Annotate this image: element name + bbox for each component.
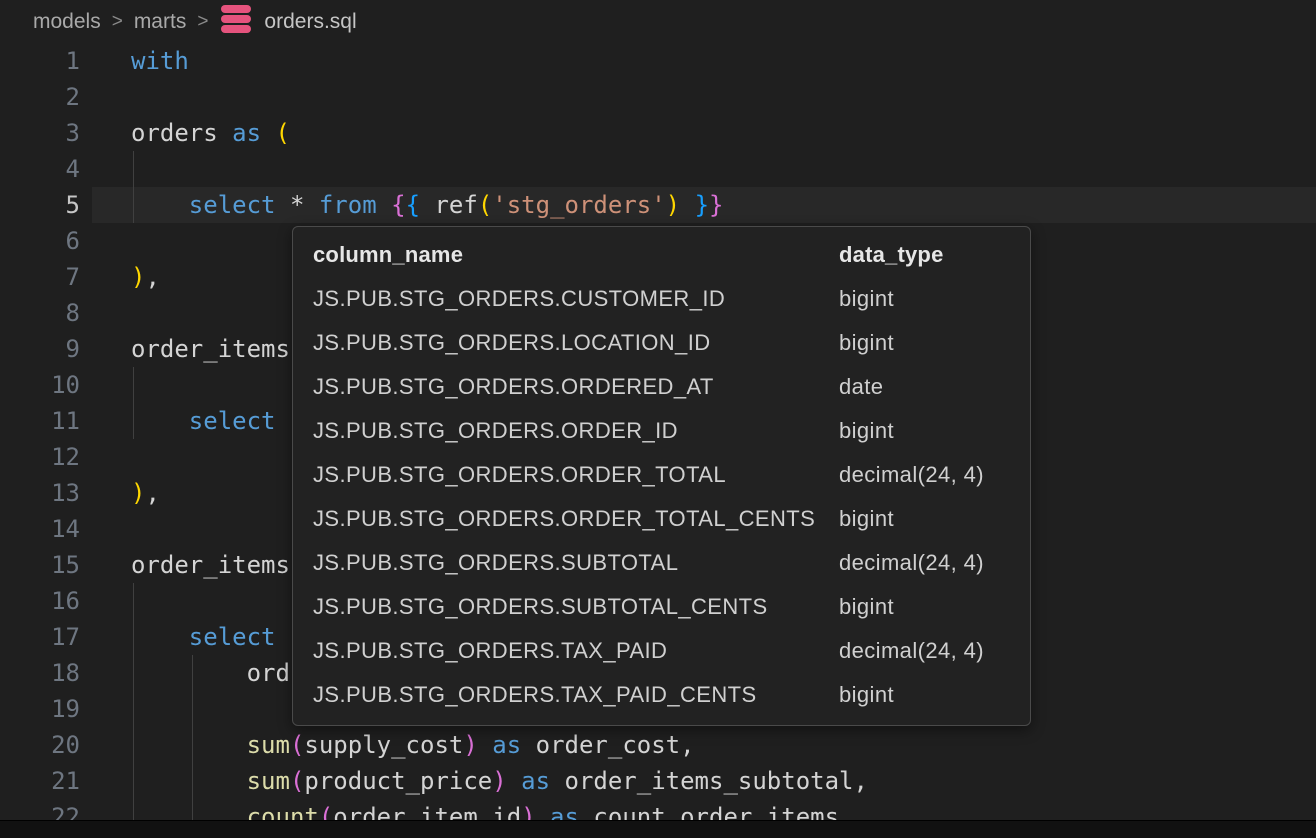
code-line-1[interactable]: 1with: [0, 43, 1316, 79]
popup-cell-data-type: bigint: [839, 330, 1010, 356]
code-text[interactable]: [80, 583, 131, 619]
popup-row: JS.PUB.STG_ORDERS.ORDER_TOTAL_CENTSbigin…: [313, 497, 1010, 541]
line-number[interactable]: 1: [0, 43, 80, 79]
breadcrumb-item-file[interactable]: orders.sql: [264, 10, 356, 34]
line-number[interactable]: 2: [0, 79, 80, 115]
database-icon: [218, 2, 254, 42]
line-number[interactable]: 21: [0, 763, 80, 799]
line-number[interactable]: 20: [0, 727, 80, 763]
popup-header-data-type: data_type: [839, 242, 1010, 268]
code-line-5[interactable]: 5 select * from {{ ref('stg_orders') }}: [0, 187, 1316, 223]
column-info-popup: column_name data_type JS.PUB.STG_ORDERS.…: [292, 226, 1031, 726]
popup-cell-column-name: JS.PUB.STG_ORDERS.TAX_PAID: [313, 638, 839, 664]
code-text[interactable]: [80, 79, 131, 115]
popup-header-column-name: column_name: [313, 242, 839, 268]
code-text[interactable]: sum(product_price) as order_items_subtot…: [80, 763, 868, 799]
line-number[interactable]: 10: [0, 367, 80, 403]
code-text[interactable]: [80, 511, 131, 547]
code-text[interactable]: with: [80, 43, 189, 79]
code-text[interactable]: [80, 367, 131, 403]
popup-cell-column-name: JS.PUB.STG_ORDERS.ORDERED_AT: [313, 374, 839, 400]
indent-guide: [133, 151, 134, 223]
code-text[interactable]: ),: [80, 475, 160, 511]
line-number[interactable]: 17: [0, 619, 80, 655]
popup-rows: JS.PUB.STG_ORDERS.CUSTOMER_IDbigintJS.PU…: [313, 277, 1010, 717]
popup-row: JS.PUB.STG_ORDERS.ORDERED_ATdate: [313, 365, 1010, 409]
line-number[interactable]: 12: [0, 439, 80, 475]
breadcrumb-item-marts[interactable]: marts: [134, 10, 187, 34]
code-text[interactable]: order_items: [80, 547, 290, 583]
code-line-21[interactable]: 21 sum(product_price) as order_items_sub…: [0, 763, 1316, 799]
line-number[interactable]: 11: [0, 403, 80, 439]
line-number[interactable]: 15: [0, 547, 80, 583]
line-number[interactable]: 3: [0, 115, 80, 151]
popup-cell-column-name: JS.PUB.STG_ORDERS.LOCATION_ID: [313, 330, 839, 356]
popup-row: JS.PUB.STG_ORDERS.TAX_PAID_CENTSbigint: [313, 673, 1010, 717]
chevron-right-icon: >: [112, 11, 123, 33]
popup-cell-data-type: date: [839, 374, 1010, 400]
popup-row: JS.PUB.STG_ORDERS.CUSTOMER_IDbigint: [313, 277, 1010, 321]
popup-cell-data-type: bigint: [839, 682, 1010, 708]
line-number[interactable]: 19: [0, 691, 80, 727]
line-number[interactable]: 8: [0, 295, 80, 331]
line-number[interactable]: 18: [0, 655, 80, 691]
code-text[interactable]: order_items: [80, 331, 290, 367]
line-number[interactable]: 7: [0, 259, 80, 295]
code-text[interactable]: [80, 295, 131, 331]
breadcrumb-item-models[interactable]: models: [33, 10, 101, 34]
bottom-panel-strip: [0, 820, 1316, 838]
code-text[interactable]: ord: [80, 655, 290, 691]
popup-cell-data-type: decimal(24, 4): [839, 462, 1010, 488]
popup-header-row: column_name data_type: [313, 233, 1010, 277]
popup-cell-column-name: JS.PUB.STG_ORDERS.SUBTOTAL: [313, 550, 839, 576]
code-text[interactable]: ),: [80, 259, 160, 295]
code-line-3[interactable]: 3orders as (: [0, 115, 1316, 151]
line-number[interactable]: 13: [0, 475, 80, 511]
popup-cell-data-type: bigint: [839, 506, 1010, 532]
indent-guide: [192, 655, 193, 820]
code-text[interactable]: [80, 439, 131, 475]
popup-cell-data-type: bigint: [839, 286, 1010, 312]
popup-cell-data-type: bigint: [839, 594, 1010, 620]
line-number[interactable]: 4: [0, 151, 80, 187]
popup-row: JS.PUB.STG_ORDERS.ORDER_TOTALdecimal(24,…: [313, 453, 1010, 497]
code-text[interactable]: [80, 151, 131, 187]
line-number[interactable]: 14: [0, 511, 80, 547]
popup-row: JS.PUB.STG_ORDERS.LOCATION_IDbigint: [313, 321, 1010, 365]
line-number[interactable]: 16: [0, 583, 80, 619]
popup-row: JS.PUB.STG_ORDERS.SUBTOTAL_CENTSbigint: [313, 585, 1010, 629]
code-text[interactable]: select * from {{ ref('stg_orders') }}: [80, 187, 723, 223]
code-text[interactable]: [80, 223, 131, 259]
code-text[interactable]: orders as (: [80, 115, 290, 151]
code-text[interactable]: [80, 691, 131, 727]
popup-cell-data-type: bigint: [839, 418, 1010, 444]
popup-row: JS.PUB.STG_ORDERS.SUBTOTALdecimal(24, 4): [313, 541, 1010, 585]
indent-guide: [133, 583, 134, 820]
breadcrumb: models > marts > orders.sql: [0, 0, 1316, 43]
line-number[interactable]: 6: [0, 223, 80, 259]
chevron-right-icon: >: [197, 11, 208, 33]
popup-cell-column-name: JS.PUB.STG_ORDERS.TAX_PAID_CENTS: [313, 682, 839, 708]
line-number[interactable]: 5: [0, 187, 80, 223]
popup-cell-column-name: JS.PUB.STG_ORDERS.ORDER_TOTAL_CENTS: [313, 506, 839, 532]
popup-cell-data-type: decimal(24, 4): [839, 638, 1010, 664]
indent-guide: [133, 367, 134, 439]
code-text[interactable]: select: [80, 619, 276, 655]
popup-row: JS.PUB.STG_ORDERS.TAX_PAIDdecimal(24, 4): [313, 629, 1010, 673]
code-text[interactable]: select: [80, 403, 276, 439]
line-number[interactable]: 9: [0, 331, 80, 367]
popup-cell-column-name: JS.PUB.STG_ORDERS.CUSTOMER_ID: [313, 286, 839, 312]
popup-cell-column-name: JS.PUB.STG_ORDERS.ORDER_TOTAL: [313, 462, 839, 488]
popup-cell-column-name: JS.PUB.STG_ORDERS.SUBTOTAL_CENTS: [313, 594, 839, 620]
code-line-4[interactable]: 4: [0, 151, 1316, 187]
code-text[interactable]: sum(supply_cost) as order_cost,: [80, 727, 695, 763]
popup-cell-column-name: JS.PUB.STG_ORDERS.ORDER_ID: [313, 418, 839, 444]
popup-cell-data-type: decimal(24, 4): [839, 550, 1010, 576]
code-line-20[interactable]: 20 sum(supply_cost) as order_cost,: [0, 727, 1316, 763]
code-line-2[interactable]: 2: [0, 79, 1316, 115]
popup-row: JS.PUB.STG_ORDERS.ORDER_IDbigint: [313, 409, 1010, 453]
